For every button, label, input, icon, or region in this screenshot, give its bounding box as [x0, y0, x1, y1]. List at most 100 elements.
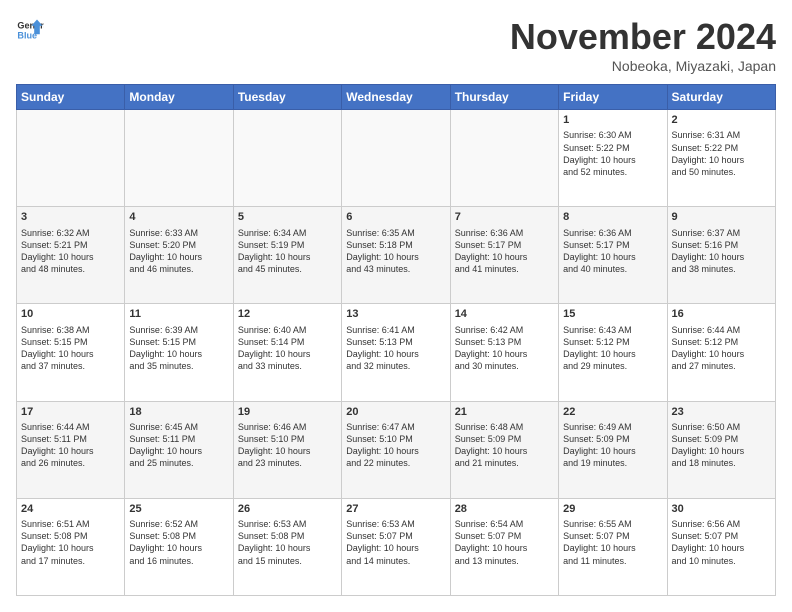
cell-info-line: Daylight: 10 hours: [238, 445, 337, 457]
calendar-week-row: 24Sunrise: 6:51 AMSunset: 5:08 PMDayligh…: [17, 498, 776, 595]
cell-info-line: Daylight: 10 hours: [672, 154, 771, 166]
table-row: 3Sunrise: 6:32 AMSunset: 5:21 PMDaylight…: [17, 207, 125, 304]
cell-info-line: Sunrise: 6:47 AM: [346, 421, 445, 433]
cell-info-line: and 21 minutes.: [455, 457, 554, 469]
table-row: 13Sunrise: 6:41 AMSunset: 5:13 PMDayligh…: [342, 304, 450, 401]
table-row: [233, 110, 341, 207]
cell-info-line: Sunrise: 6:55 AM: [563, 518, 662, 530]
cell-info-line: Sunrise: 6:39 AM: [129, 324, 228, 336]
cell-info-line: Sunset: 5:07 PM: [455, 530, 554, 542]
logo: General Blue: [16, 16, 44, 44]
col-wednesday: Wednesday: [342, 85, 450, 110]
table-row: 17Sunrise: 6:44 AMSunset: 5:11 PMDayligh…: [17, 401, 125, 498]
cell-info-line: and 29 minutes.: [563, 360, 662, 372]
cell-info-line: Sunrise: 6:42 AM: [455, 324, 554, 336]
cell-info-line: Sunset: 5:15 PM: [129, 336, 228, 348]
cell-info-line: Sunrise: 6:36 AM: [455, 227, 554, 239]
table-row: 22Sunrise: 6:49 AMSunset: 5:09 PMDayligh…: [559, 401, 667, 498]
cell-info-line: Sunset: 5:13 PM: [455, 336, 554, 348]
cell-info-line: Sunset: 5:22 PM: [672, 142, 771, 154]
table-row: 8Sunrise: 6:36 AMSunset: 5:17 PMDaylight…: [559, 207, 667, 304]
cell-info-line: Daylight: 10 hours: [672, 348, 771, 360]
cell-info-line: and 40 minutes.: [563, 263, 662, 275]
calendar-header-row: Sunday Monday Tuesday Wednesday Thursday…: [17, 85, 776, 110]
cell-info-line: Sunrise: 6:50 AM: [672, 421, 771, 433]
cell-info-line: and 43 minutes.: [346, 263, 445, 275]
cell-info-line: Sunset: 5:15 PM: [21, 336, 120, 348]
cell-info-line: Sunrise: 6:56 AM: [672, 518, 771, 530]
table-row: 19Sunrise: 6:46 AMSunset: 5:10 PMDayligh…: [233, 401, 341, 498]
cell-info-line: Sunset: 5:11 PM: [21, 433, 120, 445]
cell-info-line: Sunrise: 6:40 AM: [238, 324, 337, 336]
cell-info-line: Daylight: 10 hours: [21, 445, 120, 457]
cell-info-line: Sunset: 5:21 PM: [21, 239, 120, 251]
cell-info-line: Sunset: 5:17 PM: [563, 239, 662, 251]
cell-info-line: and 50 minutes.: [672, 166, 771, 178]
cell-info-line: Sunrise: 6:52 AM: [129, 518, 228, 530]
day-number: 18: [129, 405, 228, 420]
cell-info-line: and 18 minutes.: [672, 457, 771, 469]
cell-info-line: and 16 minutes.: [129, 555, 228, 567]
cell-info-line: and 23 minutes.: [238, 457, 337, 469]
col-thursday: Thursday: [450, 85, 558, 110]
cell-info-line: Sunset: 5:22 PM: [563, 142, 662, 154]
cell-info-line: and 10 minutes.: [672, 555, 771, 567]
cell-info-line: Sunrise: 6:30 AM: [563, 129, 662, 141]
table-row: 30Sunrise: 6:56 AMSunset: 5:07 PMDayligh…: [667, 498, 775, 595]
day-number: 28: [455, 502, 554, 517]
cell-info-line: Daylight: 10 hours: [21, 542, 120, 554]
day-number: 20: [346, 405, 445, 420]
cell-info-line: Sunset: 5:12 PM: [672, 336, 771, 348]
table-row: [450, 110, 558, 207]
table-row: 29Sunrise: 6:55 AMSunset: 5:07 PMDayligh…: [559, 498, 667, 595]
day-number: 23: [672, 405, 771, 420]
day-number: 3: [21, 210, 120, 225]
table-row: 16Sunrise: 6:44 AMSunset: 5:12 PMDayligh…: [667, 304, 775, 401]
cell-info-line: Daylight: 10 hours: [563, 154, 662, 166]
col-tuesday: Tuesday: [233, 85, 341, 110]
cell-info-line: and 13 minutes.: [455, 555, 554, 567]
cell-info-line: and 25 minutes.: [129, 457, 228, 469]
cell-info-line: Sunrise: 6:38 AM: [21, 324, 120, 336]
table-row: 2Sunrise: 6:31 AMSunset: 5:22 PMDaylight…: [667, 110, 775, 207]
cell-info-line: Sunset: 5:10 PM: [346, 433, 445, 445]
cell-info-line: and 27 minutes.: [672, 360, 771, 372]
cell-info-line: Daylight: 10 hours: [455, 542, 554, 554]
cell-info-line: Sunrise: 6:53 AM: [238, 518, 337, 530]
svg-text:Blue: Blue: [17, 30, 37, 40]
cell-info-line: Daylight: 10 hours: [129, 348, 228, 360]
day-number: 6: [346, 210, 445, 225]
cell-info-line: Sunrise: 6:49 AM: [563, 421, 662, 433]
table-row: 26Sunrise: 6:53 AMSunset: 5:08 PMDayligh…: [233, 498, 341, 595]
cell-info-line: Sunset: 5:08 PM: [129, 530, 228, 542]
cell-info-line: Daylight: 10 hours: [672, 445, 771, 457]
table-row: 1Sunrise: 6:30 AMSunset: 5:22 PMDaylight…: [559, 110, 667, 207]
cell-info-line: Daylight: 10 hours: [563, 348, 662, 360]
cell-info-line: Sunrise: 6:36 AM: [563, 227, 662, 239]
day-number: 26: [238, 502, 337, 517]
table-row: 15Sunrise: 6:43 AMSunset: 5:12 PMDayligh…: [559, 304, 667, 401]
table-row: 9Sunrise: 6:37 AMSunset: 5:16 PMDaylight…: [667, 207, 775, 304]
cell-info-line: Sunset: 5:19 PM: [238, 239, 337, 251]
calendar-week-row: 1Sunrise: 6:30 AMSunset: 5:22 PMDaylight…: [17, 110, 776, 207]
table-row: 6Sunrise: 6:35 AMSunset: 5:18 PMDaylight…: [342, 207, 450, 304]
table-row: 28Sunrise: 6:54 AMSunset: 5:07 PMDayligh…: [450, 498, 558, 595]
cell-info-line: Sunset: 5:09 PM: [672, 433, 771, 445]
cell-info-line: Daylight: 10 hours: [455, 445, 554, 457]
cell-info-line: and 17 minutes.: [21, 555, 120, 567]
cell-info-line: Sunrise: 6:54 AM: [455, 518, 554, 530]
table-row: [17, 110, 125, 207]
cell-info-line: and 45 minutes.: [238, 263, 337, 275]
cell-info-line: Sunset: 5:07 PM: [563, 530, 662, 542]
cell-info-line: Sunrise: 6:33 AM: [129, 227, 228, 239]
cell-info-line: and 41 minutes.: [455, 263, 554, 275]
day-number: 17: [21, 405, 120, 420]
cell-info-line: Daylight: 10 hours: [346, 542, 445, 554]
day-number: 16: [672, 307, 771, 322]
day-number: 21: [455, 405, 554, 420]
day-number: 30: [672, 502, 771, 517]
cell-info-line: and 22 minutes.: [346, 457, 445, 469]
table-row: 20Sunrise: 6:47 AMSunset: 5:10 PMDayligh…: [342, 401, 450, 498]
cell-info-line: Sunrise: 6:37 AM: [672, 227, 771, 239]
cell-info-line: Sunset: 5:16 PM: [672, 239, 771, 251]
